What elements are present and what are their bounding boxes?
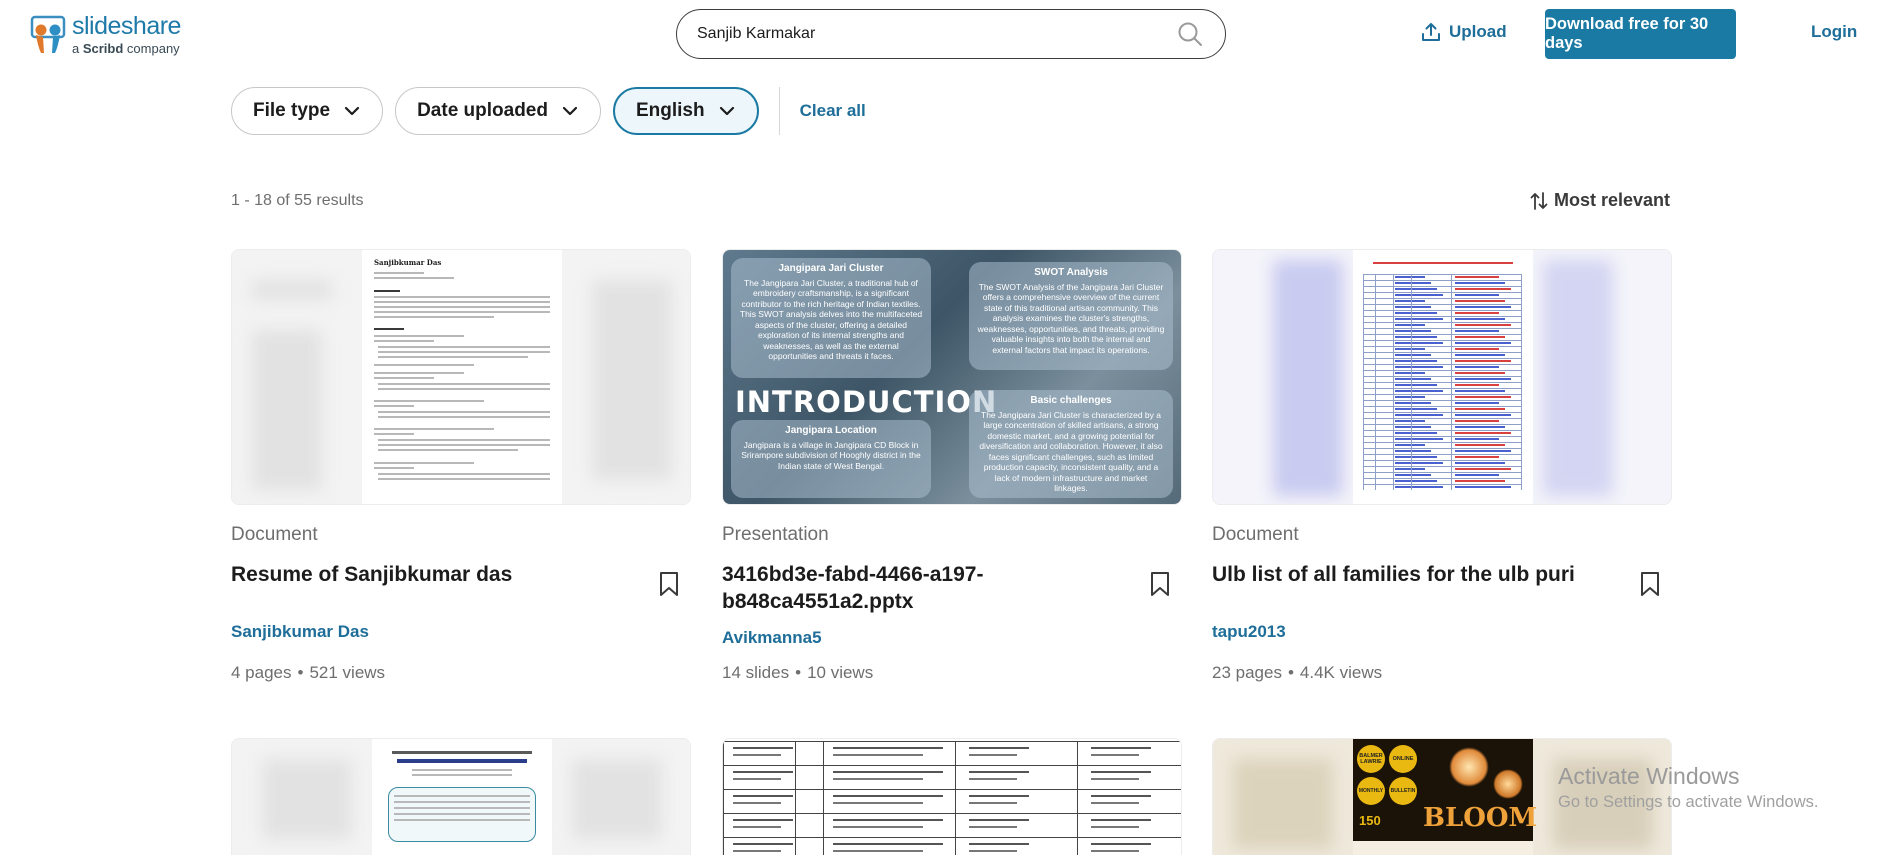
- filter-divider: [778, 87, 780, 135]
- result-card[interactable]: Jangipara Jari Cluster The Jangipara Jar…: [722, 249, 1182, 689]
- slide-box: Jangipara Jari Cluster The Jangipara Jar…: [731, 258, 931, 378]
- sort-icon: [1530, 191, 1548, 210]
- bookmark-icon[interactable]: [659, 571, 679, 597]
- upload-label: Upload: [1449, 22, 1507, 41]
- document-thumbnail[interactable]: [1212, 249, 1672, 505]
- card-author[interactable]: Avikmanna5: [722, 628, 822, 648]
- bookmark-icon[interactable]: [1640, 571, 1660, 597]
- slide-box: Jangipara Location Jangipara is a villag…: [731, 420, 931, 498]
- card-title[interactable]: Ulb list of all families for the ulb pur…: [1212, 561, 1602, 588]
- watermark-title: Activate Windows: [1558, 763, 1740, 789]
- date-uploaded-label: Date uploaded: [417, 100, 548, 121]
- top-header: slideshare a Scribd company Sanjib Karma…: [0, 0, 1882, 68]
- filter-bar: File type Date uploaded English Clear al…: [231, 87, 866, 135]
- language-label: English: [635, 100, 705, 121]
- bulletin-badge: BALMER LAWRIE: [1357, 745, 1385, 773]
- result-card[interactable]: Sanjibkumar Das Document Resume of Sanji…: [231, 249, 691, 689]
- slide-box: SWOT Analysis The SWOT Analysis of the J…: [969, 262, 1173, 370]
- sort-label: Most relevant: [1554, 190, 1671, 210]
- bulletin-number: 150: [1359, 813, 1381, 828]
- card-meta: 4 pages • 521 views: [231, 663, 386, 682]
- clear-all-link[interactable]: Clear all: [800, 101, 866, 121]
- card-meta: 23 pages • 4.4K views: [1212, 663, 1383, 682]
- chevron-down-icon: [719, 106, 734, 116]
- presentation-thumbnail[interactable]: Jangipara Jari Cluster The Jangipara Jar…: [722, 249, 1182, 505]
- document-thumbnail[interactable]: [231, 738, 691, 855]
- bulletin-title: BLOOM: [1423, 803, 1538, 833]
- results-count: 1 - 18 of 55 results: [231, 192, 364, 209]
- thumb-heading: Sanjibkumar Das: [374, 258, 442, 267]
- chevron-down-icon: [562, 106, 578, 116]
- card-author[interactable]: Sanjibkumar Das: [231, 622, 369, 642]
- card-type: Document: [231, 524, 318, 545]
- date-uploaded-filter[interactable]: Date uploaded: [395, 87, 601, 135]
- upload-button[interactable]: Upload: [1421, 22, 1507, 42]
- bulletin-badge: BULLETIN: [1389, 777, 1417, 805]
- search-icon[interactable]: [1177, 21, 1203, 47]
- document-thumbnail[interactable]: [722, 738, 1182, 855]
- login-link[interactable]: Login: [1811, 22, 1857, 42]
- logo-name: slideshare: [72, 12, 181, 40]
- search-input[interactable]: Sanjib Karmakar: [676, 9, 1226, 59]
- download-free-button[interactable]: Download free for 30 days: [1545, 9, 1736, 59]
- logo-tagline: a Scribd company: [72, 41, 180, 56]
- document-thumbnail[interactable]: Sanjibkumar Das: [231, 249, 691, 505]
- file-type-filter[interactable]: File type: [231, 87, 384, 135]
- upload-icon: [1422, 23, 1440, 41]
- card-title[interactable]: Resume of Sanjibkumar das: [231, 561, 621, 588]
- bulletin-badge: ONLINE: [1389, 745, 1417, 773]
- bookmark-icon[interactable]: [1150, 571, 1170, 597]
- slideshare-logo-icon: [30, 15, 66, 55]
- slide-box: Basic challenges The Jangipara Jari Clus…: [969, 390, 1173, 498]
- card-author[interactable]: tapu2013: [1212, 622, 1286, 642]
- watermark-subtitle: Go to Settings to activate Windows.: [1558, 792, 1819, 811]
- chevron-down-icon: [344, 106, 360, 116]
- result-card[interactable]: Document Ulb list of all families for th…: [1212, 249, 1672, 689]
- card-type: Presentation: [722, 524, 829, 545]
- card-type: Document: [1212, 524, 1299, 545]
- bulletin-badge: MONTHLY: [1357, 777, 1385, 805]
- slide-intro: INTRODUCTION: [735, 385, 998, 419]
- file-type-label: File type: [253, 100, 331, 121]
- language-filter[interactable]: English: [612, 87, 759, 135]
- card-title[interactable]: 3416bd3e-fabd-4466-a197-b848ca4551a2.ppt…: [722, 561, 1112, 615]
- search-value: Sanjib Karmakar: [697, 25, 816, 42]
- sort-dropdown[interactable]: Most relevant: [1530, 190, 1670, 211]
- activate-windows-watermark: Activate Windows Go to Settings to activ…: [1558, 762, 1818, 813]
- card-meta: 14 slides • 10 views: [722, 663, 874, 682]
- slideshare-logo[interactable]: slideshare a Scribd company: [30, 14, 181, 55]
